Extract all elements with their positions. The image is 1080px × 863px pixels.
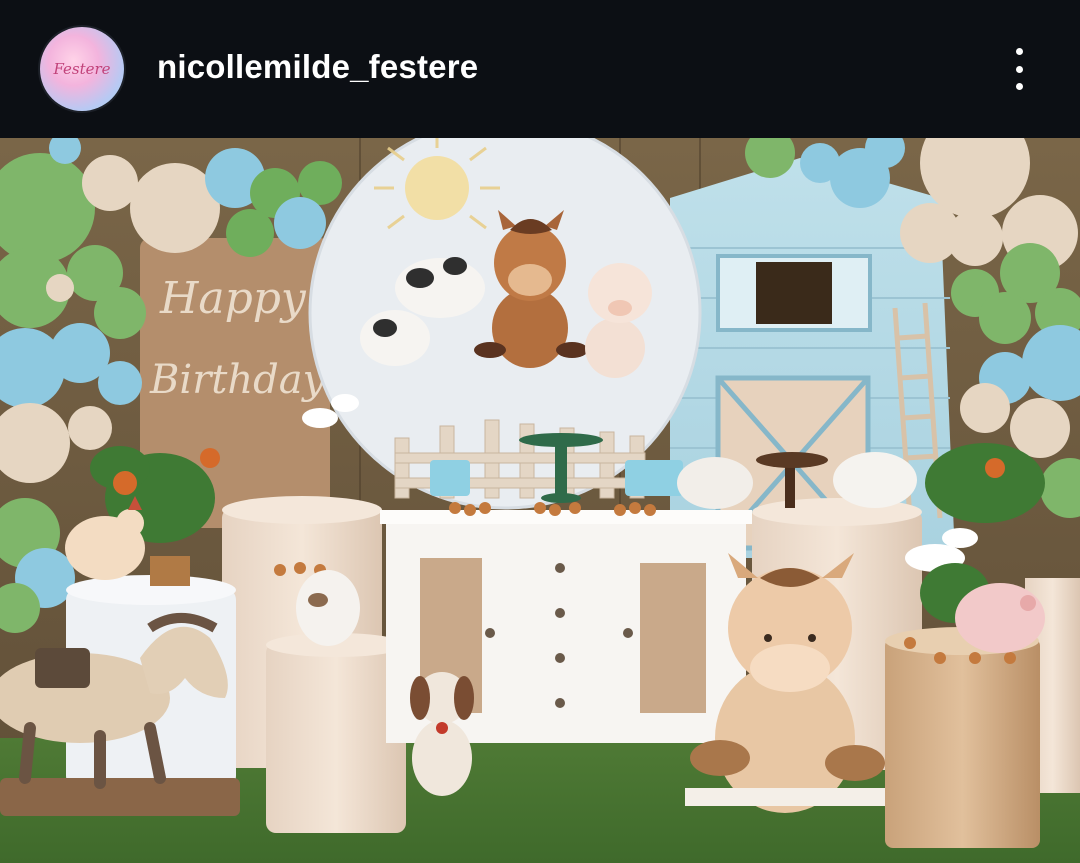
post-photo[interactable]: Happy Birthday [0,138,1080,863]
more-vertical-icon [1015,48,1023,55]
username-link[interactable]: nicollemilde_festere [157,48,478,86]
more-vertical-icon-dot [1015,83,1023,90]
party-decor-image: Happy Birthday [0,138,1080,863]
avatar-logo-text: Festere [53,60,111,78]
profile-avatar[interactable]: Festere [40,27,124,111]
svg-text:Happy: Happy [159,273,307,324]
post-header: Festere nicollemilde_festere [0,0,1080,138]
svg-text:Birthday: Birthday [149,357,327,403]
more-vertical-icon-dot [1015,65,1023,73]
more-options-button[interactable] [1004,44,1034,94]
